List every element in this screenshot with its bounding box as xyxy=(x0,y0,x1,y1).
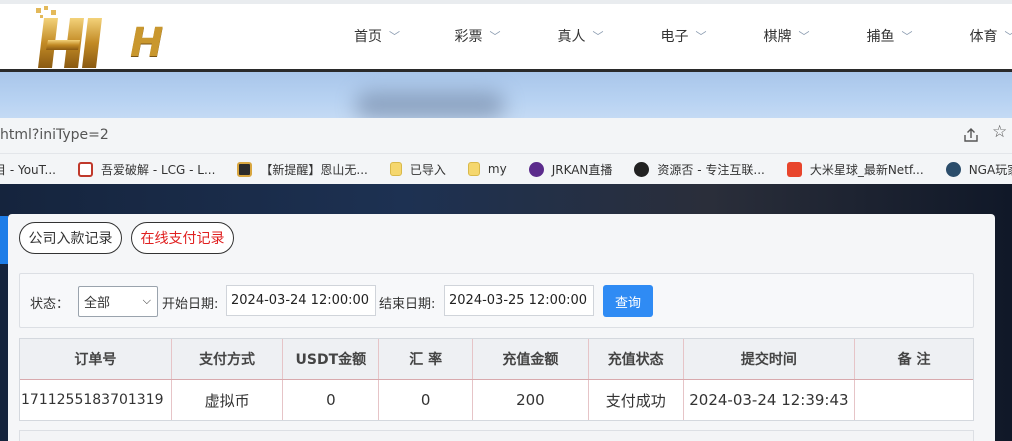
bookmark-label: my xyxy=(487,162,507,176)
tab-company-deposit[interactable]: 公司入款记录 xyxy=(19,222,122,254)
folder-icon xyxy=(467,162,480,176)
end-date-input[interactable]: 2024-03-25 12:00:00 xyxy=(444,285,594,316)
cell-amount: 200 xyxy=(473,380,589,420)
52pojie-icon xyxy=(78,161,93,177)
filter-bar: 状态： 全部 ⌵ 开始日期: 2024-03-24 12:00:00 结束日期:… xyxy=(19,273,974,328)
nav-label: 捕鱼 xyxy=(866,29,895,45)
site-logo[interactable]: H GAME xyxy=(30,6,300,112)
nav-label: 体育 xyxy=(969,29,998,45)
bookmark-label: JRKAN直播 xyxy=(551,162,613,177)
cell-order-no: 1711255183701319 xyxy=(20,380,172,420)
nav-item-live[interactable]: 真人 ﹀ xyxy=(529,0,632,72)
bookmark-item[interactable]: 已导入 xyxy=(389,161,446,178)
nga-icon xyxy=(945,161,961,177)
chevron-down-icon: ﹀ xyxy=(901,30,913,43)
bookmark-item[interactable]: 吾爱破解 - LCG - L... xyxy=(78,161,215,178)
end-date-label: 结束日期: xyxy=(379,297,436,312)
jrkan-icon xyxy=(528,161,544,177)
bookmark-item[interactable]: NGA玩家社区 xyxy=(945,161,1012,178)
banner-band xyxy=(0,72,1012,118)
start-date-label: 开始日期: xyxy=(162,297,219,312)
side-accent xyxy=(0,216,8,264)
bookmark-star-icon[interactable]: ☆ xyxy=(992,124,1007,141)
query-button[interactable]: 查询 xyxy=(603,285,653,317)
chevron-down-icon: ﹀ xyxy=(389,30,400,43)
logo-hh-mark xyxy=(36,6,102,68)
share-icon[interactable] xyxy=(963,127,979,143)
bookmarks-bar: 目 - YouT... 吾爱破解 - LCG - L... 【新提醒】恩山无..… xyxy=(0,154,1012,184)
nav-label: 真人 xyxy=(557,29,586,45)
address-bar[interactable]: html?iniType=2 ☆ xyxy=(0,118,1012,154)
nav-label: 电子 xyxy=(660,29,689,45)
nav-item-fishing[interactable]: 捕鱼 ﹀ xyxy=(838,0,941,72)
start-date-input[interactable]: 2024-03-24 12:00:00 xyxy=(226,285,376,316)
ziyuanfou-icon xyxy=(634,161,650,177)
nav-item-chess[interactable]: 棋牌 ﹀ xyxy=(735,0,838,72)
record-panel: 公司入款记录 在线支付记录 状态： 全部 ⌵ 开始日期: 2024-03-24 … xyxy=(8,214,995,441)
cell-status: 支付成功 xyxy=(589,380,684,420)
status-value: 全部 xyxy=(84,296,111,311)
col-status: 充值状态 xyxy=(589,339,684,379)
nav-item-lottery[interactable]: 彩票 ﹀ xyxy=(426,0,529,72)
nav-label: 彩票 xyxy=(454,29,483,45)
site-header: H GAME 首页 ﹀ 彩票 ﹀ 真人 ﹀ 电子 ﹀ 棋牌 ﹀ 捕鱼 ﹀ 体育 ﹀ xyxy=(0,0,1012,112)
nav-label: 首页 xyxy=(354,29,382,45)
cell-usdt-amount: 0 xyxy=(283,380,380,420)
nav-label: 棋牌 xyxy=(763,29,792,45)
bookmark-label: NGA玩家社区 xyxy=(968,162,1012,177)
cell-rate: 0 xyxy=(379,380,474,420)
bookmark-item[interactable]: 目 - YouT... xyxy=(0,161,56,178)
chevron-down-icon: ﹀ xyxy=(1005,28,1012,44)
col-submit-time: 提交时间 xyxy=(684,339,856,379)
bookmark-item[interactable]: my xyxy=(467,162,507,176)
chevron-down-icon: ﹀ xyxy=(592,30,604,43)
nav-item-home[interactable]: 首页 ﹀ xyxy=(338,0,426,72)
cell-pay-method: 虚拟币 xyxy=(172,380,284,420)
tab-online-payment[interactable]: 在线支付记录 xyxy=(131,222,234,254)
chevron-down-icon: ⌵ xyxy=(142,294,151,307)
col-amount: 充值金额 xyxy=(473,339,589,379)
bookmark-item[interactable]: 【新提醒】恩山无... xyxy=(237,161,368,178)
bookmark-item[interactable]: 资源否 - 专注互联... xyxy=(634,161,765,178)
folder-icon xyxy=(389,162,402,176)
chevron-down-icon: ﹀ xyxy=(695,30,707,43)
bookmark-label: 目 - YouT... xyxy=(0,162,56,177)
main-nav: 首页 ﹀ 彩票 ﹀ 真人 ﹀ 电子 ﹀ 棋牌 ﹀ 捕鱼 ﹀ 体育 ﹀ xyxy=(338,0,1012,72)
cell-remark xyxy=(855,380,973,420)
status-select[interactable]: 全部 ⌵ xyxy=(78,286,158,317)
records-table: 订单号 支付方式 USDT金额 汇 率 充值金额 充值状态 提交时间 备 注 1… xyxy=(19,338,974,421)
bookmark-item[interactable]: 大米星球_最新Netf... xyxy=(786,161,924,178)
nav-item-slots[interactable]: 电子 ﹀ xyxy=(632,0,735,72)
table-row: 1711255183701319 虚拟币 0 0 200 支付成功 2024-0… xyxy=(20,380,973,420)
bookmark-label: 大米星球_最新Netf... xyxy=(809,162,924,177)
bookmark-item[interactable]: JRKAN直播 xyxy=(528,161,613,178)
bookmark-label: 吾爱破解 - LCG - L... xyxy=(101,162,216,177)
right-icon xyxy=(237,161,253,177)
col-usdt-amount: USDT金额 xyxy=(283,339,380,379)
chevron-down-icon: ﹀ xyxy=(798,30,810,43)
address-text: html?iniType=2 xyxy=(0,127,109,143)
col-rate: 汇 率 xyxy=(379,339,474,379)
bookmark-label: 【新提醒】恩山无... xyxy=(260,162,368,177)
dami-icon xyxy=(786,161,802,177)
col-pay-method: 支付方式 xyxy=(172,339,284,379)
nav-item-sports[interactable]: 体育 ﹀ xyxy=(941,0,1012,72)
next-section-edge xyxy=(19,430,974,441)
cell-submit-time: 2024-03-24 12:39:43 xyxy=(684,380,856,420)
chevron-down-icon: ﹀ xyxy=(489,30,501,43)
col-order-no: 订单号 xyxy=(20,339,172,379)
bookmark-label: 已导入 xyxy=(409,162,446,177)
col-remark: 备 注 xyxy=(897,352,931,368)
table-header-row: 订单号 支付方式 USDT金额 汇 率 充值金额 充值状态 提交时间 备 注 xyxy=(20,339,973,380)
bookmark-label: 资源否 - 专注互联... xyxy=(657,162,765,177)
status-label: 状态： xyxy=(30,297,70,312)
